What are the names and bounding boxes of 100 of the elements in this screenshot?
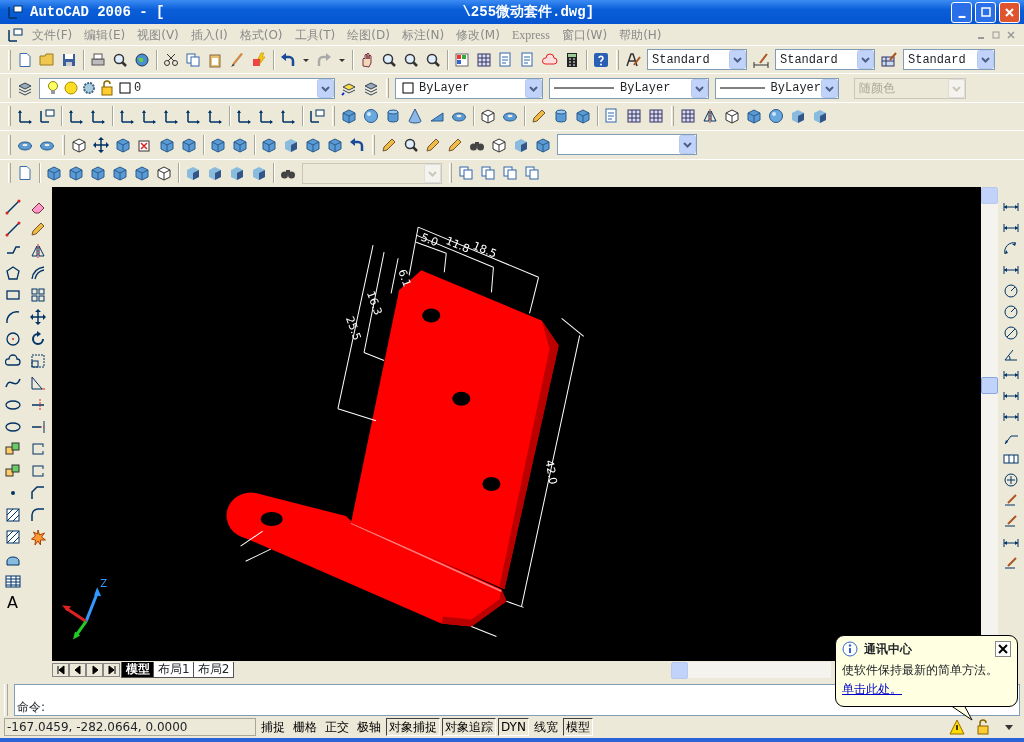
magnifier-icon[interactable] [112, 51, 128, 68]
axis-icon[interactable] [280, 108, 296, 125]
clipboard-icon[interactable] [207, 51, 223, 68]
blocks-icon[interactable] [4, 440, 21, 457]
cube-icon[interactable] [68, 165, 84, 182]
document-icon[interactable] [7, 26, 23, 43]
layers-icon[interactable] [17, 80, 33, 97]
radius-icon[interactable] [1003, 303, 1019, 320]
cloud-outline-icon[interactable] [4, 352, 21, 369]
view-dropdown[interactable] [557, 134, 697, 156]
table-pen-icon[interactable] [881, 51, 897, 68]
shaded-cube-icon[interactable] [790, 108, 806, 125]
cube-icon[interactable] [261, 136, 277, 153]
break-icon[interactable] [29, 440, 46, 457]
stretch-icon[interactable] [29, 374, 46, 391]
cube-outline-icon[interactable] [480, 108, 496, 125]
cross-arrows-icon[interactable] [29, 308, 46, 325]
circle-icon[interactable] [4, 330, 21, 347]
text-style-dropdown[interactable]: Standard [647, 49, 747, 71]
shaded-cube-icon[interactable] [513, 136, 529, 153]
cube-icon[interactable] [327, 136, 343, 153]
magnifier-icon[interactable] [403, 51, 419, 68]
sphere-icon[interactable] [768, 108, 784, 125]
shaded-cube-icon[interactable] [812, 108, 828, 125]
pencil-icon[interactable] [447, 136, 463, 153]
cube-icon[interactable] [305, 136, 321, 153]
diameter-icon[interactable] [1003, 324, 1019, 341]
cloud-icon[interactable] [542, 51, 558, 68]
horizontal-scrollbar[interactable] [671, 661, 831, 678]
axis-icon[interactable] [185, 108, 201, 125]
next-button[interactable] [86, 662, 103, 677]
radius-icon[interactable] [1003, 282, 1019, 299]
cube-outline-icon[interactable] [71, 136, 87, 153]
break-icon[interactable] [29, 462, 46, 479]
status-toggle[interactable]: 对象追踪 [442, 717, 496, 736]
layout-tab[interactable]: 布局2 [192, 661, 235, 678]
cube-icon[interactable] [46, 165, 62, 182]
shaded-cube-icon[interactable] [207, 165, 223, 182]
cube-outline-icon[interactable] [156, 165, 172, 182]
sun-icon[interactable] [63, 80, 79, 97]
pentagon-icon[interactable] [4, 264, 21, 281]
shaded-cube-icon[interactable] [185, 165, 201, 182]
fillet-icon[interactable] [29, 506, 46, 523]
scissors-icon[interactable] [163, 51, 179, 68]
axis-icon[interactable] [163, 108, 179, 125]
printer-icon[interactable] [90, 51, 106, 68]
magnifier-icon[interactable] [381, 51, 397, 68]
maximize-button[interactable] [975, 1, 996, 23]
cube-icon[interactable] [181, 136, 197, 153]
axis-box-icon[interactable] [39, 108, 55, 125]
pages-icon[interactable] [185, 51, 201, 68]
dimension-style-dropdown[interactable]: Standard [775, 49, 875, 71]
app-logo-icon[interactable] [7, 4, 23, 20]
axis-box-icon[interactable] [309, 108, 325, 125]
help-icon[interactable] [593, 51, 609, 68]
axis-icon[interactable] [141, 108, 157, 125]
axis-icon[interactable] [119, 108, 135, 125]
pencil-icon[interactable] [29, 220, 46, 237]
page-icon[interactable] [17, 51, 33, 68]
hatch-icon[interactable] [4, 528, 21, 545]
grid-icon[interactable] [680, 108, 696, 125]
cube-icon[interactable] [210, 136, 226, 153]
four-squares-icon[interactable] [29, 286, 46, 303]
cube-icon[interactable] [535, 136, 551, 153]
text-pen-icon[interactable] [1003, 555, 1019, 572]
pages-icon[interactable] [480, 165, 496, 182]
cross-arrows-icon[interactable] [93, 136, 109, 153]
table-style-dropdown[interactable]: Standard [903, 49, 995, 71]
grid-icon[interactable] [476, 51, 492, 68]
nested-squares-icon[interactable] [29, 352, 46, 369]
lightning-icon[interactable] [251, 51, 267, 68]
pencil-icon[interactable] [425, 136, 441, 153]
square-icon[interactable] [400, 80, 416, 97]
layout-tab[interactable]: 布局1 [153, 661, 195, 678]
trim-icon[interactable] [29, 396, 46, 413]
hand-icon[interactable] [359, 51, 375, 68]
grid-icon[interactable] [648, 108, 664, 125]
pencil-icon[interactable] [531, 108, 547, 125]
last-page-button[interactable] [103, 662, 120, 677]
cube-outline-icon[interactable] [491, 136, 507, 153]
axis-icon[interactable] [68, 108, 84, 125]
lineweight-dropdown[interactable]: ByLayer [715, 77, 839, 99]
line-icon[interactable] [4, 198, 21, 215]
cube-icon[interactable] [115, 136, 131, 153]
layers-icon[interactable] [363, 80, 379, 97]
table-icon[interactable] [4, 572, 21, 589]
chamfer-icon[interactable] [29, 484, 46, 501]
curved-arrow-icon[interactable] [349, 136, 365, 153]
update-link[interactable]: 单击此处。 [842, 681, 902, 699]
burst-icon[interactable] [29, 528, 46, 545]
layout-tab[interactable]: 模型 [121, 661, 155, 678]
line-icon[interactable] [4, 220, 21, 237]
pages-icon[interactable] [502, 165, 518, 182]
cone-icon[interactable] [407, 108, 423, 125]
text-tool[interactable]: A [7, 594, 18, 611]
palette-icon[interactable] [454, 51, 470, 68]
circular-arrow-icon[interactable] [29, 330, 46, 347]
pages-icon[interactable] [524, 165, 540, 182]
ruler-pen-icon[interactable] [753, 51, 769, 68]
axis-icon[interactable] [258, 108, 274, 125]
